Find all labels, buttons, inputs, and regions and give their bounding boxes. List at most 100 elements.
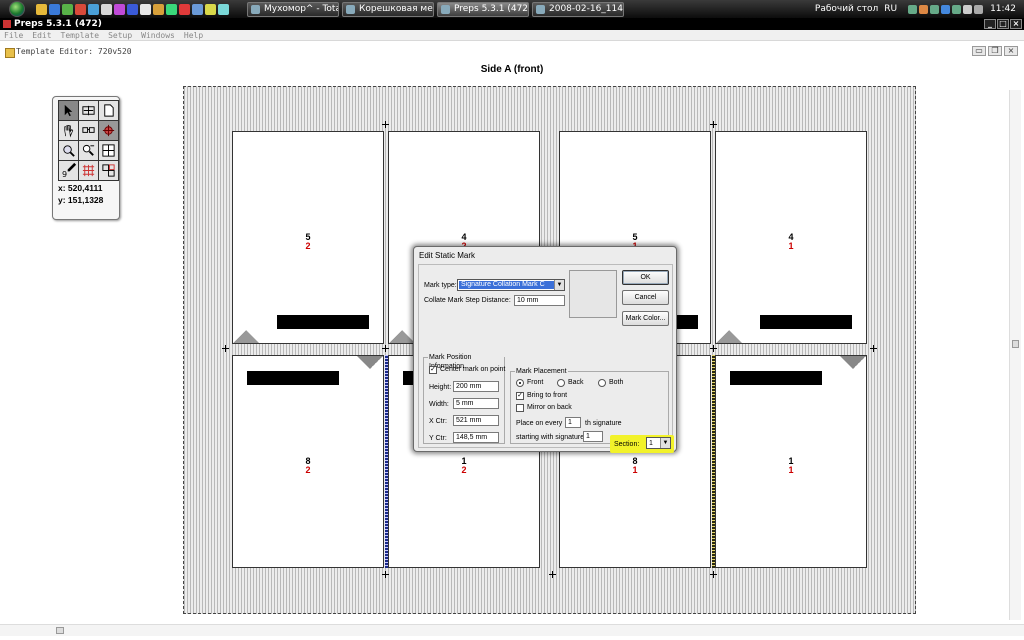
quick-launch-icon[interactable] [166,3,177,15]
tray-icon[interactable] [963,4,973,14]
quick-launch-icon[interactable] [49,3,60,15]
mark-color-button[interactable]: Mark Color... [622,311,669,326]
page-cell[interactable]: 52 [232,131,384,344]
maximize-button[interactable]: □ [997,19,1009,29]
ok-button[interactable]: OK [622,270,669,285]
quick-launch-icon[interactable] [114,3,125,15]
center-mark-checkbox[interactable]: ✓ [429,366,437,374]
mark-type-label: Mark type: [424,282,457,289]
binoculars-icon[interactable] [79,121,98,140]
zoom-icon[interactable] [59,141,78,160]
menu-help[interactable]: Help [184,30,203,40]
spine-mark-strip[interactable] [385,355,388,568]
cursor-coordinates: x: 520,4111 y: 151,1328 [56,182,116,206]
collation-bar[interactable] [247,371,339,385]
volume-icon[interactable] [974,4,984,14]
tray-icon[interactable] [952,4,962,14]
desktop-toolbar-label[interactable]: Рабочий стол [815,4,878,14]
minimize-button[interactable]: _ [984,19,996,29]
place-every-field[interactable]: 1 [565,417,581,428]
section-select[interactable]: 1 ▼ [646,437,671,449]
y-center-field[interactable]: 148,5 mm [453,432,499,443]
quick-launch-icon[interactable] [127,3,138,15]
editor-minimize-button[interactable]: ▭ [972,46,986,56]
quick-launch-icon[interactable] [179,3,190,15]
quick-launch-icon[interactable] [140,3,151,15]
horizontal-scrollbar[interactable] [0,624,1024,636]
quick-launch-icon[interactable] [218,3,229,15]
step-distance-field[interactable]: 10 mm [514,295,565,306]
pen-number-icon[interactable]: 9 [59,161,78,180]
mesh-icon[interactable] [79,161,98,180]
vertical-scroll-thumb[interactable] [1012,340,1019,348]
quick-launch-icon[interactable] [88,3,99,15]
editor-close-button[interactable]: × [1004,46,1018,56]
height-field[interactable]: 200 mm [453,381,499,392]
tray-icon[interactable] [908,4,918,14]
tool-palette[interactable]: 9 x: 520,4111 y: 151,1328 [52,96,120,220]
quick-launch-icon[interactable] [75,3,86,15]
clock[interactable]: 11:42 [990,4,1016,14]
link-frames-icon[interactable] [99,161,118,180]
editor-restore-button[interactable]: ❐ [988,46,1002,56]
bring-to-front-checkbox[interactable]: ✓ [516,392,524,400]
spine-mark-strip[interactable] [712,355,715,568]
horizontal-scroll-thumb[interactable] [56,627,64,634]
mirror-on-back-checkbox[interactable] [516,404,524,412]
move-cross-icon[interactable] [79,101,98,120]
collation-bar[interactable] [760,315,852,329]
x-center-field[interactable]: 521 mm [453,415,499,426]
menu-windows[interactable]: Windows [141,30,175,40]
page-cell[interactable]: 41 [715,131,867,344]
crop-mark [382,571,389,578]
menu-file[interactable]: File [4,30,23,40]
mark-type-select[interactable]: Signature Collation Mark C ▼ [457,279,565,291]
cancel-button[interactable]: Cancel [622,290,669,305]
tray-icon[interactable] [941,4,951,14]
crop-mark [710,571,717,578]
tray-icon[interactable] [930,4,940,14]
menu-edit[interactable]: Edit [32,30,51,40]
chevron-down-icon[interactable]: ▼ [660,438,670,448]
mark-type-value: Signature Collation Mark C [459,281,554,289]
quick-launch-icon[interactable] [192,3,203,15]
language-indicator[interactable]: RU [884,4,897,14]
page-cell[interactable]: 82 [232,355,384,568]
both-radio[interactable] [598,379,606,387]
quick-launch-icon[interactable] [153,3,164,15]
quick-launch-icon[interactable] [36,3,47,15]
quick-launch-icon[interactable] [101,3,112,15]
close-button[interactable]: × [1010,19,1022,29]
collation-bar[interactable] [277,315,369,329]
menu-setup[interactable]: Setup [108,30,132,40]
page-cell[interactable]: 11 [715,355,867,568]
taskbar-task-browser[interactable]: Корешковая метка ... [342,1,434,17]
quick-launch-icon[interactable] [205,3,216,15]
grid-divide-icon[interactable] [99,141,118,160]
taskbar-task-preps[interactable]: Preps 5.3.1 (472) [437,1,529,17]
taskbar-task-total-commander[interactable]: Мухомор^ - Total ... [247,1,339,17]
width-field[interactable]: 5 mm [453,398,499,409]
tray-icon[interactable] [919,4,929,14]
starting-signature-field[interactable]: 1 [583,431,603,442]
page-icon[interactable] [99,101,118,120]
menu-template[interactable]: Template [61,30,100,40]
target-mark-icon[interactable] [99,121,118,140]
page-corner-fold [715,316,743,344]
arrow-select-icon[interactable] [59,101,78,120]
mark-placement-group: Mark Placement Front Back Both ✓ Bring t… [510,367,669,444]
start-button[interactable] [0,0,34,18]
mirror-on-back-label: Mirror on back [527,404,572,411]
zoom-page-icon[interactable] [79,141,98,160]
quick-launch-icon[interactable] [62,3,73,15]
chevron-down-icon[interactable]: ▼ [554,280,564,290]
collation-bar[interactable] [730,371,822,385]
page-number: 12 [461,456,467,475]
back-radio[interactable] [557,379,565,387]
vertical-scrollbar[interactable] [1009,90,1021,620]
system-tray: Рабочий стол RU 11:42 [815,0,1024,18]
hand-icon[interactable] [59,121,78,140]
crop-mark [870,345,877,352]
front-radio[interactable] [516,379,524,387]
taskbar-task-image[interactable]: 2008-02-16_114119.j... [532,1,624,17]
